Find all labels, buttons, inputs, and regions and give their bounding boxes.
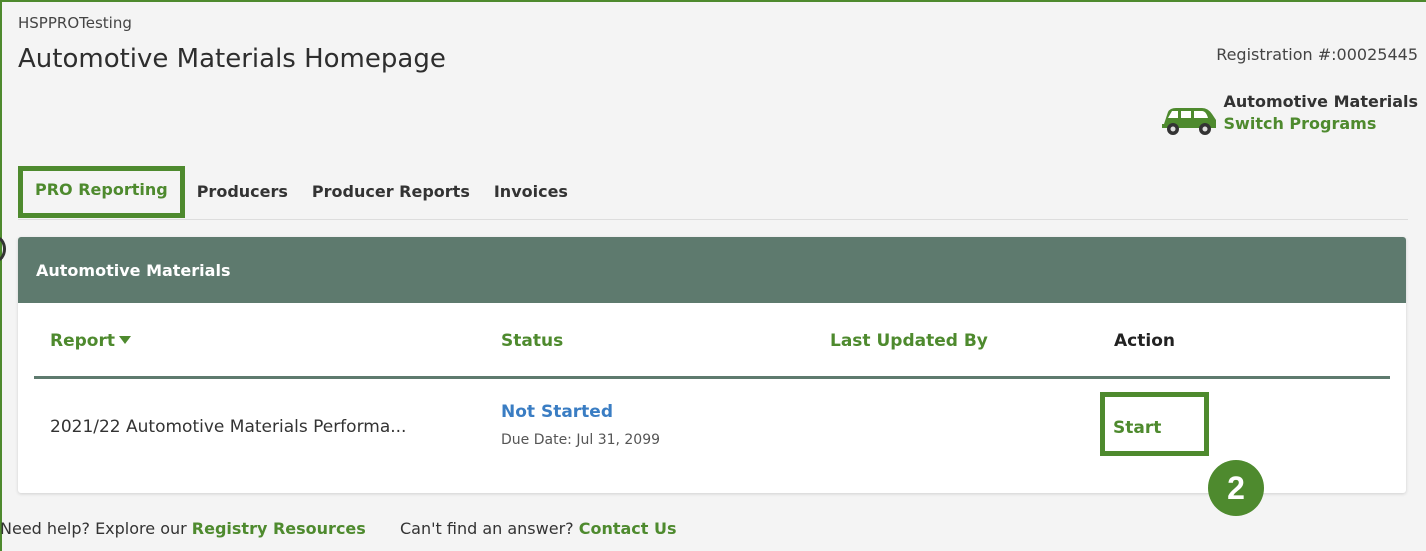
org-name: HSPPROTesting [18, 14, 132, 32]
tab-invoices[interactable]: Invoices [482, 168, 580, 218]
tab-producers[interactable]: Producers [185, 168, 300, 218]
registry-resources-link[interactable]: Registry Resources [192, 519, 366, 538]
table-header: Report Status Last Updated By Action [18, 303, 1406, 379]
reports-card: Automotive Materials Report Status Last … [18, 237, 1406, 493]
col-header-report[interactable]: Report [50, 331, 131, 351]
program-name: Automotive Materials [1223, 92, 1418, 111]
car-icon [1161, 108, 1216, 135]
col-header-action: Action [1114, 331, 1175, 351]
tab-producer-reports[interactable]: Producer Reports [300, 168, 482, 218]
status-link[interactable]: Not Started [501, 402, 613, 422]
program-text: Automotive Materials Switch Programs [1224, 92, 1418, 133]
page-title: Automotive Materials Homepage [18, 44, 446, 74]
switch-programs-link[interactable]: Switch Programs [1224, 114, 1418, 133]
footer: Need help? Explore our Registry Resource… [0, 519, 677, 538]
due-date: Due Date: Jul 31, 2099 [501, 432, 661, 448]
tab-bar: PRO Reporting Producers Producer Reports… [18, 166, 1408, 220]
help-text: Need help? Explore our [0, 519, 187, 538]
table-row: 2021/22 Automotive Materials Performa...… [18, 379, 1406, 469]
col-header-status[interactable]: Status [501, 331, 563, 351]
start-button[interactable]: Start [1100, 392, 1209, 456]
answer-text: Can't find an answer? [399, 519, 574, 538]
contact-us-link[interactable]: Contact Us [579, 519, 677, 538]
program-switcher: Automotive Materials Switch Programs [1158, 92, 1418, 138]
col-header-report-label: Report [50, 331, 115, 351]
card-title: Automotive Materials [18, 237, 1406, 303]
tab-pro-reporting[interactable]: PRO Reporting [18, 166, 185, 218]
col-header-last-updated[interactable]: Last Updated By [830, 331, 988, 351]
caret-down-icon[interactable] [118, 336, 131, 344]
registration-number: Registration #:00025445 [1216, 45, 1418, 64]
report-name: 2021/22 Automotive Materials Performa... [50, 417, 407, 437]
step-badge: 2 [1208, 460, 1264, 516]
